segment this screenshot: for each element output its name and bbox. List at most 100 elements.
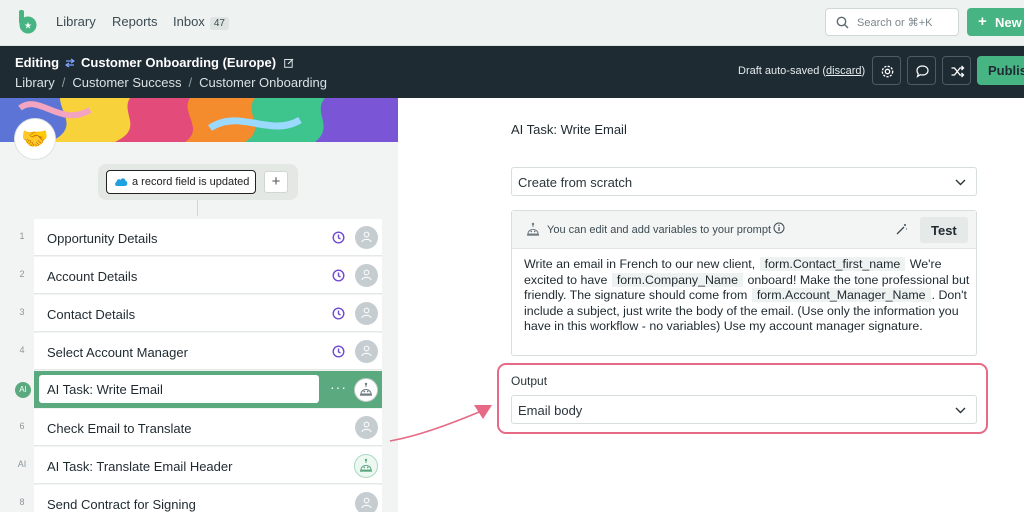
step-label-field[interactable]: AI Task: Write Email bbox=[39, 375, 319, 403]
new-button[interactable]: + New bbox=[967, 8, 1024, 36]
logo-icon[interactable]: ★ bbox=[16, 10, 38, 34]
trigger-area: a record field is updated + bbox=[98, 164, 298, 200]
handshake-icon: 🤝 bbox=[14, 118, 56, 160]
prompt-toolbar: You can edit and add variables to your p… bbox=[512, 211, 976, 249]
variable-chip[interactable]: form.Account_Manager_Name bbox=[751, 288, 931, 303]
robot-icon bbox=[360, 458, 372, 472]
shuffle-icon bbox=[951, 65, 965, 78]
more-options-icon[interactable]: ··· bbox=[330, 379, 347, 395]
inbox-count-badge: 47 bbox=[209, 17, 229, 30]
test-button[interactable]: Test bbox=[920, 217, 968, 243]
breadcrumb-separator: / bbox=[188, 75, 193, 90]
step-number: 6 bbox=[19, 421, 25, 431]
search-input[interactable]: Search or ⌘+K bbox=[825, 8, 959, 36]
breadcrumb: Library / Customer Success / Customer Onboar… bbox=[15, 75, 327, 90]
banner-image bbox=[0, 98, 398, 142]
workflow-step[interactable]: 8 Send Contract for Signing bbox=[0, 485, 398, 512]
workflow-step[interactable]: 6 Check Email to Translate bbox=[0, 409, 398, 446]
step-label: Opportunity Details bbox=[47, 231, 158, 246]
step-label: Account Details bbox=[47, 269, 138, 284]
user-icon bbox=[361, 231, 372, 243]
settings-button[interactable] bbox=[872, 56, 901, 85]
wand-icon[interactable] bbox=[895, 223, 908, 236]
editing-title: Editing Customer Onboarding (Europe) bbox=[15, 55, 294, 70]
workflow-step[interactable]: 3 Contact Details bbox=[0, 295, 398, 332]
step-card[interactable]: Opportunity Details bbox=[34, 219, 382, 256]
info-icon[interactable] bbox=[773, 222, 785, 234]
step-number: 3 bbox=[19, 307, 25, 317]
step-card[interactable]: Select Account Manager bbox=[34, 333, 382, 370]
variable-chip[interactable]: form.Company_Name bbox=[611, 272, 744, 287]
nav-inbox[interactable]: Inbox 47 bbox=[173, 14, 229, 30]
prompt-text[interactable]: Write an email in French to our new clie… bbox=[524, 257, 970, 335]
publish-button[interactable]: Publis bbox=[977, 56, 1024, 85]
breadcrumb-customer-success[interactable]: Customer Success bbox=[72, 75, 181, 90]
mode-select[interactable]: Create from scratch bbox=[511, 167, 977, 196]
workflow-step[interactable]: 1 Opportunity Details bbox=[0, 219, 398, 256]
workflow-name: Customer Onboarding (Europe) bbox=[81, 55, 277, 70]
chevron-down-icon bbox=[955, 179, 966, 186]
robot-avatar bbox=[354, 378, 378, 402]
prompt-hint: You can edit and add variables to your p… bbox=[547, 224, 772, 236]
step-card[interactable]: Account Details bbox=[34, 257, 382, 294]
autosave-status: Draft auto-saved (discard) bbox=[738, 65, 865, 77]
step-label: Send Contract for Signing bbox=[47, 497, 196, 512]
gear-icon bbox=[881, 65, 894, 78]
nav-reports[interactable]: Reports bbox=[112, 14, 158, 29]
step-card[interactable]: Send Contract for Signing bbox=[34, 485, 382, 512]
assignee-avatar[interactable] bbox=[355, 416, 378, 439]
step-label: AI Task: Write Email bbox=[47, 382, 163, 397]
new-button-label: New bbox=[995, 15, 1022, 30]
output-highlight-annotation bbox=[497, 363, 988, 434]
step-label: Check Email to Translate bbox=[47, 421, 192, 436]
step-card[interactable]: AI Task: Translate Email Header bbox=[34, 447, 382, 484]
workflow-step-active[interactable]: AI AI Task: Write Email ··· bbox=[0, 371, 398, 408]
add-trigger-button[interactable]: + bbox=[264, 171, 288, 193]
prompt-editor[interactable]: You can edit and add variables to your p… bbox=[511, 210, 977, 356]
step-card[interactable]: Contact Details bbox=[34, 295, 382, 332]
clock-icon bbox=[332, 269, 345, 282]
shuffle-button[interactable] bbox=[942, 56, 971, 85]
mode-select-value: Create from scratch bbox=[518, 175, 633, 190]
task-title: AI Task: Write Email bbox=[511, 122, 627, 137]
assignee-avatar[interactable] bbox=[355, 492, 378, 512]
salesforce-icon bbox=[115, 178, 128, 186]
step-card[interactable]: AI Task: Write Email ··· bbox=[34, 371, 382, 408]
pencil-icon[interactable] bbox=[284, 58, 294, 68]
workflow-step[interactable]: AI AI Task: Translate Email Header bbox=[0, 447, 398, 484]
workflow-step[interactable]: 4 Select Account Manager bbox=[0, 333, 398, 370]
prompt-text-segment: Write an email in French to our new clie… bbox=[524, 257, 756, 271]
breadcrumb-customer-onboarding[interactable]: Customer Onboarding bbox=[199, 75, 327, 90]
assignee-avatar[interactable] bbox=[355, 226, 378, 249]
assignee-avatar[interactable] bbox=[355, 340, 378, 363]
svg-text:★: ★ bbox=[24, 22, 32, 32]
variable-chip[interactable]: form.Contact_first_name bbox=[759, 257, 906, 271]
workflow-steps-panel: 🤝 a record field is updated + 1 Opportun… bbox=[0, 98, 398, 512]
clock-icon bbox=[332, 345, 345, 358]
search-icon bbox=[836, 16, 849, 29]
annotation-arrow-icon bbox=[389, 405, 492, 442]
step-label: Contact Details bbox=[47, 307, 136, 322]
assignee-avatar[interactable] bbox=[355, 302, 378, 325]
top-nav: ★ Library Reports Inbox 47 Search or ⌘+K … bbox=[0, 0, 1024, 46]
step-card[interactable]: Check Email to Translate bbox=[34, 409, 382, 446]
plus-icon: + bbox=[978, 13, 987, 30]
robot-icon bbox=[360, 382, 372, 396]
nav-library[interactable]: Library bbox=[56, 14, 96, 29]
discard-link[interactable]: discard bbox=[826, 65, 861, 77]
step-number: 1 bbox=[19, 231, 25, 241]
workflow-step[interactable]: 2 Account Details bbox=[0, 257, 398, 294]
editor-header: Editing Customer Onboarding (Europe) Lib… bbox=[0, 46, 1024, 98]
ai-step-badge: AI bbox=[15, 382, 31, 398]
step-number: AI bbox=[17, 459, 27, 469]
comments-button[interactable] bbox=[907, 56, 936, 85]
flow-icon bbox=[65, 58, 76, 67]
nav-inbox-label: Inbox bbox=[173, 14, 205, 29]
step-label: AI Task: Translate Email Header bbox=[47, 459, 233, 474]
assignee-avatar[interactable] bbox=[355, 264, 378, 287]
user-icon bbox=[361, 307, 372, 319]
trigger-button[interactable]: a record field is updated bbox=[106, 170, 256, 194]
breadcrumb-library[interactable]: Library bbox=[15, 75, 55, 90]
breadcrumb-separator: / bbox=[61, 75, 66, 90]
clock-icon bbox=[332, 231, 345, 244]
